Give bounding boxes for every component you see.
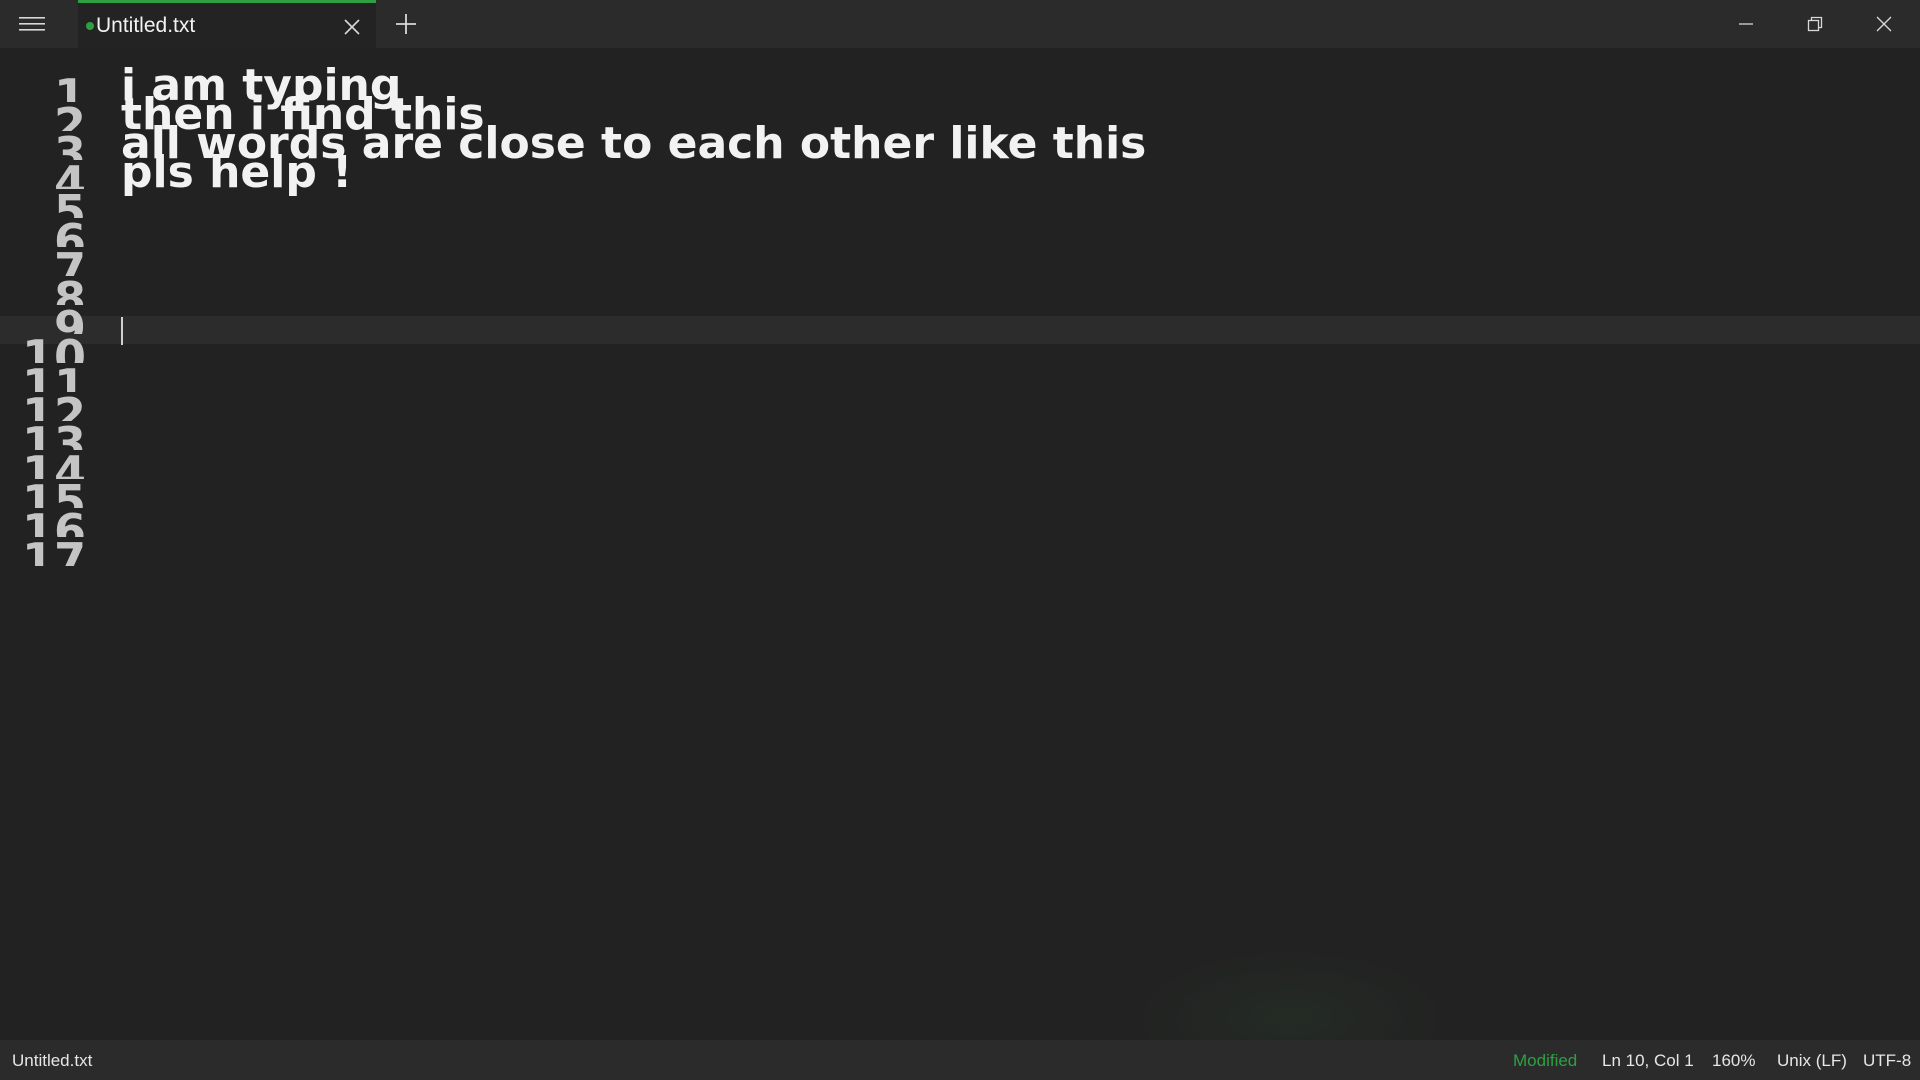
line-number: 1 [53, 73, 86, 102]
line-number: 3 [53, 131, 86, 160]
status-modified: Modified [1513, 1051, 1578, 1070]
text-line: pls help ! [121, 147, 353, 198]
status-bar: Untitled.txt Modified Ln 10, Col 1 160% … [0, 1040, 1920, 1080]
line-number: 13 [21, 421, 86, 450]
line-number: 17 [21, 537, 86, 566]
text-cursor [121, 317, 123, 345]
line-number: 11 [21, 363, 86, 392]
status-line-ending[interactable]: Unix (LF) [1777, 1051, 1847, 1071]
background-glow [1130, 948, 1450, 1040]
status-file-name: Untitled.txt [12, 1051, 93, 1070]
line-number: 12 [21, 392, 86, 421]
line-number: 16 [21, 508, 86, 537]
hamburger-menu-icon[interactable] [0, 0, 64, 48]
minimize-icon[interactable] [1712, 0, 1780, 48]
line-number: 14 [21, 450, 86, 479]
tab-untitled[interactable]: Untitled.txt [78, 0, 376, 48]
line-number: 9 [53, 305, 86, 334]
line-number: 5 [53, 189, 86, 218]
restore-icon[interactable] [1781, 0, 1849, 48]
close-icon[interactable] [1850, 0, 1918, 48]
tab-close-icon[interactable] [328, 6, 376, 48]
line-number: 4 [53, 160, 86, 189]
line-number: 10 [21, 334, 86, 363]
active-line-highlight [0, 316, 1920, 344]
modified-dot-icon [86, 22, 94, 30]
text-editor[interactable]: 1 2 3 4 5 6 7 8 9 10 11 12 13 14 15 16 1… [0, 48, 1920, 1040]
line-number: 2 [53, 102, 86, 131]
line-number: 15 [21, 479, 86, 508]
tab-title: Untitled.txt [96, 14, 196, 37]
line-number: 7 [53, 247, 86, 276]
plus-icon[interactable] [382, 0, 430, 48]
status-encoding[interactable]: UTF-8 [1863, 1051, 1911, 1071]
status-zoom[interactable]: 160% [1712, 1051, 1755, 1071]
status-cursor-position[interactable]: Ln 10, Col 1 [1602, 1051, 1694, 1071]
line-number-gutter: 1 2 3 4 5 6 7 8 9 10 11 12 13 14 15 16 1… [0, 48, 110, 1040]
line-number: 8 [53, 276, 86, 305]
title-bar: Untitled.txt [0, 0, 1920, 48]
line-number: 6 [53, 218, 86, 247]
